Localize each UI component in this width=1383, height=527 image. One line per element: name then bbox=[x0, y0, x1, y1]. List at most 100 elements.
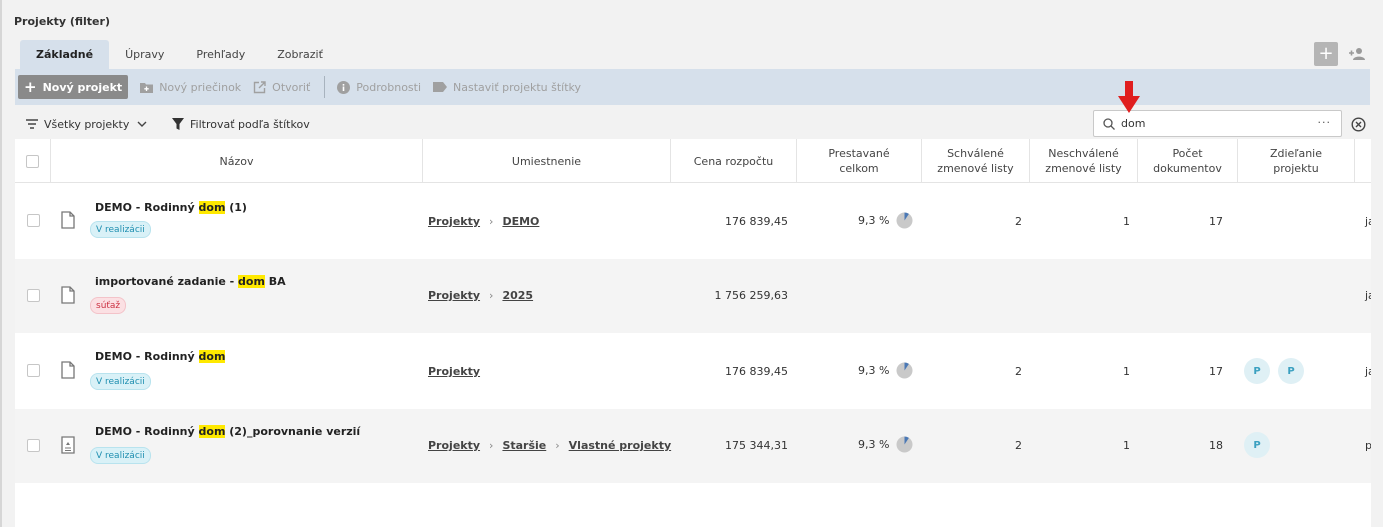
approved-count: 2 bbox=[1015, 439, 1022, 452]
search-input[interactable] bbox=[1121, 117, 1301, 130]
new-folder-label: Nový priečinok bbox=[159, 80, 242, 94]
col-approved[interactable]: Schválené zmenové listy bbox=[922, 139, 1030, 183]
user-avatar[interactable]: P bbox=[1244, 432, 1270, 458]
ribbon-tabs: Základné Úpravy Prehľady Zobraziť bbox=[20, 40, 339, 69]
project-name[interactable]: DEMO - Rodinný dom (2)_porovnanie verzií bbox=[95, 425, 360, 438]
col-budget[interactable]: Cena rozpočtu bbox=[671, 139, 797, 183]
search-box: ··· bbox=[1093, 110, 1342, 137]
tab-zakladne[interactable]: Základné bbox=[20, 40, 110, 69]
col-sharing-l2: projektu bbox=[1273, 162, 1319, 175]
budget-value: 175 344,31 bbox=[725, 439, 788, 452]
col-sharing-l1: Zdieľanie bbox=[1269, 147, 1322, 160]
docs-count: 17 bbox=[1209, 365, 1223, 378]
truncated-cell: ja bbox=[1365, 365, 1371, 378]
left-rail bbox=[0, 0, 2, 527]
location-link[interactable]: 2025 bbox=[502, 289, 533, 302]
details-button[interactable]: Podrobnosti bbox=[337, 80, 421, 94]
location-breadcrumb: Projekty bbox=[428, 365, 480, 378]
row-checkbox[interactable] bbox=[27, 214, 40, 227]
truncated-cell: ja bbox=[1365, 215, 1371, 228]
location-breadcrumb: Projekty › DEMO bbox=[428, 215, 539, 228]
filter-by-tags-button[interactable]: Filtrovať podľa štítkov bbox=[172, 110, 310, 138]
location-link[interactable]: Vlastné projekty bbox=[569, 439, 671, 452]
add-user-icon bbox=[1349, 48, 1365, 60]
search-icon bbox=[1103, 117, 1115, 130]
col-built-total[interactable]: Prestavané celkom bbox=[797, 139, 922, 183]
add-button[interactable]: + bbox=[1314, 42, 1338, 66]
col-unapproved-l2: zmenové listy bbox=[1045, 162, 1122, 175]
new-folder-button[interactable]: Nový priečinok bbox=[140, 81, 241, 94]
budget-value: 1 756 259,63 bbox=[714, 289, 788, 302]
built-percent-text: 9,3 % bbox=[858, 214, 890, 227]
plus-icon: + bbox=[1318, 43, 1334, 64]
all-projects-dropdown[interactable]: Všetky projekty bbox=[26, 110, 147, 138]
search-highlight: dom bbox=[198, 350, 226, 363]
search-options-button[interactable]: ··· bbox=[1318, 116, 1332, 129]
location-link[interactable]: DEMO bbox=[502, 215, 539, 228]
location-link[interactable]: Staršie bbox=[502, 439, 546, 452]
col-location[interactable]: Umiestnenie bbox=[423, 139, 671, 183]
toolbar: + Nový projekt Nový priečinok Otvoriť Po… bbox=[15, 69, 1370, 105]
new-project-button[interactable]: + Nový projekt bbox=[18, 75, 129, 99]
col-name[interactable]: Názov bbox=[51, 139, 423, 183]
built-percent: 9,3 % bbox=[858, 212, 913, 229]
row-checkbox[interactable] bbox=[27, 289, 40, 302]
tab-upravy[interactable]: Úpravy bbox=[109, 40, 180, 69]
location-link[interactable]: Projekty bbox=[428, 365, 480, 378]
project-name-prefix: importované zadanie - bbox=[95, 275, 239, 288]
add-user-button[interactable] bbox=[1347, 45, 1367, 63]
tab-zobrazit[interactable]: Zobraziť bbox=[261, 40, 339, 69]
all-projects-label: Všetky projekty bbox=[44, 117, 130, 131]
new-folder-icon bbox=[140, 82, 154, 93]
row-checkbox[interactable] bbox=[27, 364, 40, 377]
status-badge: V realizácii bbox=[90, 221, 151, 238]
project-name[interactable]: DEMO - Rodinný dom bbox=[95, 350, 226, 363]
location-link[interactable]: Projekty bbox=[428, 439, 480, 452]
col-docs-l1: Počet bbox=[1172, 147, 1203, 160]
user-avatar[interactable]: P bbox=[1244, 358, 1270, 384]
clear-search-button[interactable] bbox=[1349, 115, 1367, 133]
breadcrumb-separator: › bbox=[489, 215, 494, 228]
select-all-checkbox[interactable] bbox=[26, 154, 39, 168]
document-icon bbox=[61, 361, 75, 379]
col-unapproved-l1: Neschválené bbox=[1048, 147, 1119, 160]
plus-icon: + bbox=[24, 77, 37, 96]
unapproved-count: 1 bbox=[1123, 215, 1130, 228]
truncated-cell: ja bbox=[1365, 289, 1371, 302]
filter-lines-icon bbox=[26, 119, 38, 129]
set-tags-label: Nastaviť projektu štítky bbox=[453, 80, 582, 94]
project-name-suffix: (2)_porovnanie verzií bbox=[225, 425, 361, 438]
toolbar-divider bbox=[324, 76, 326, 98]
col-docs-l2: dokumentov bbox=[1153, 162, 1222, 175]
tab-prehlady[interactable]: Prehľady bbox=[180, 40, 261, 69]
search-highlight: dom bbox=[198, 425, 226, 438]
document-icon bbox=[61, 211, 75, 229]
approved-count: 2 bbox=[1015, 215, 1022, 228]
col-docs[interactable]: Počet dokumentov bbox=[1138, 139, 1238, 183]
table-row[interactable]: DEMO - Rodinný dom V realizácii Projekty… bbox=[15, 333, 1371, 409]
red-arrow-icon bbox=[1118, 81, 1140, 113]
budget-value: 176 839,45 bbox=[725, 215, 788, 228]
table-row[interactable]: DEMO - Rodinný dom (2)_porovnanie verzií… bbox=[15, 409, 1371, 483]
project-name-prefix: DEMO - Rodinný bbox=[95, 425, 199, 438]
project-name-suffix: (1) bbox=[225, 201, 247, 214]
project-name[interactable]: DEMO - Rodinný dom (1) bbox=[95, 201, 247, 214]
col-built-total-l1: Prestavané bbox=[828, 147, 890, 160]
col-approved-l1: Schválené bbox=[947, 147, 1004, 160]
row-checkbox[interactable] bbox=[27, 439, 40, 452]
status-badge: V realizácii bbox=[90, 447, 151, 464]
set-tags-button[interactable]: Nastaviť projektu štítky bbox=[433, 81, 581, 94]
project-name[interactable]: importované zadanie - dom BA bbox=[95, 275, 286, 288]
col-unapproved[interactable]: Neschválené zmenové listy bbox=[1030, 139, 1138, 183]
external-link-icon bbox=[253, 80, 266, 93]
table-row[interactable]: DEMO - Rodinný dom (1) V realizácii Proj… bbox=[15, 183, 1371, 259]
location-link[interactable]: Projekty bbox=[428, 289, 480, 302]
breadcrumb-separator: › bbox=[489, 439, 494, 452]
user-avatar[interactable]: P bbox=[1278, 358, 1304, 384]
location-link[interactable]: Projekty bbox=[428, 215, 480, 228]
col-sharing[interactable]: Zdieľanie projektu bbox=[1238, 139, 1355, 183]
table-row[interactable]: importované zadanie - dom BA súťaž Proje… bbox=[15, 259, 1371, 333]
search-highlight: dom bbox=[198, 201, 226, 214]
open-button[interactable]: Otvoriť bbox=[253, 81, 310, 94]
status-badge: V realizácii bbox=[90, 373, 151, 390]
